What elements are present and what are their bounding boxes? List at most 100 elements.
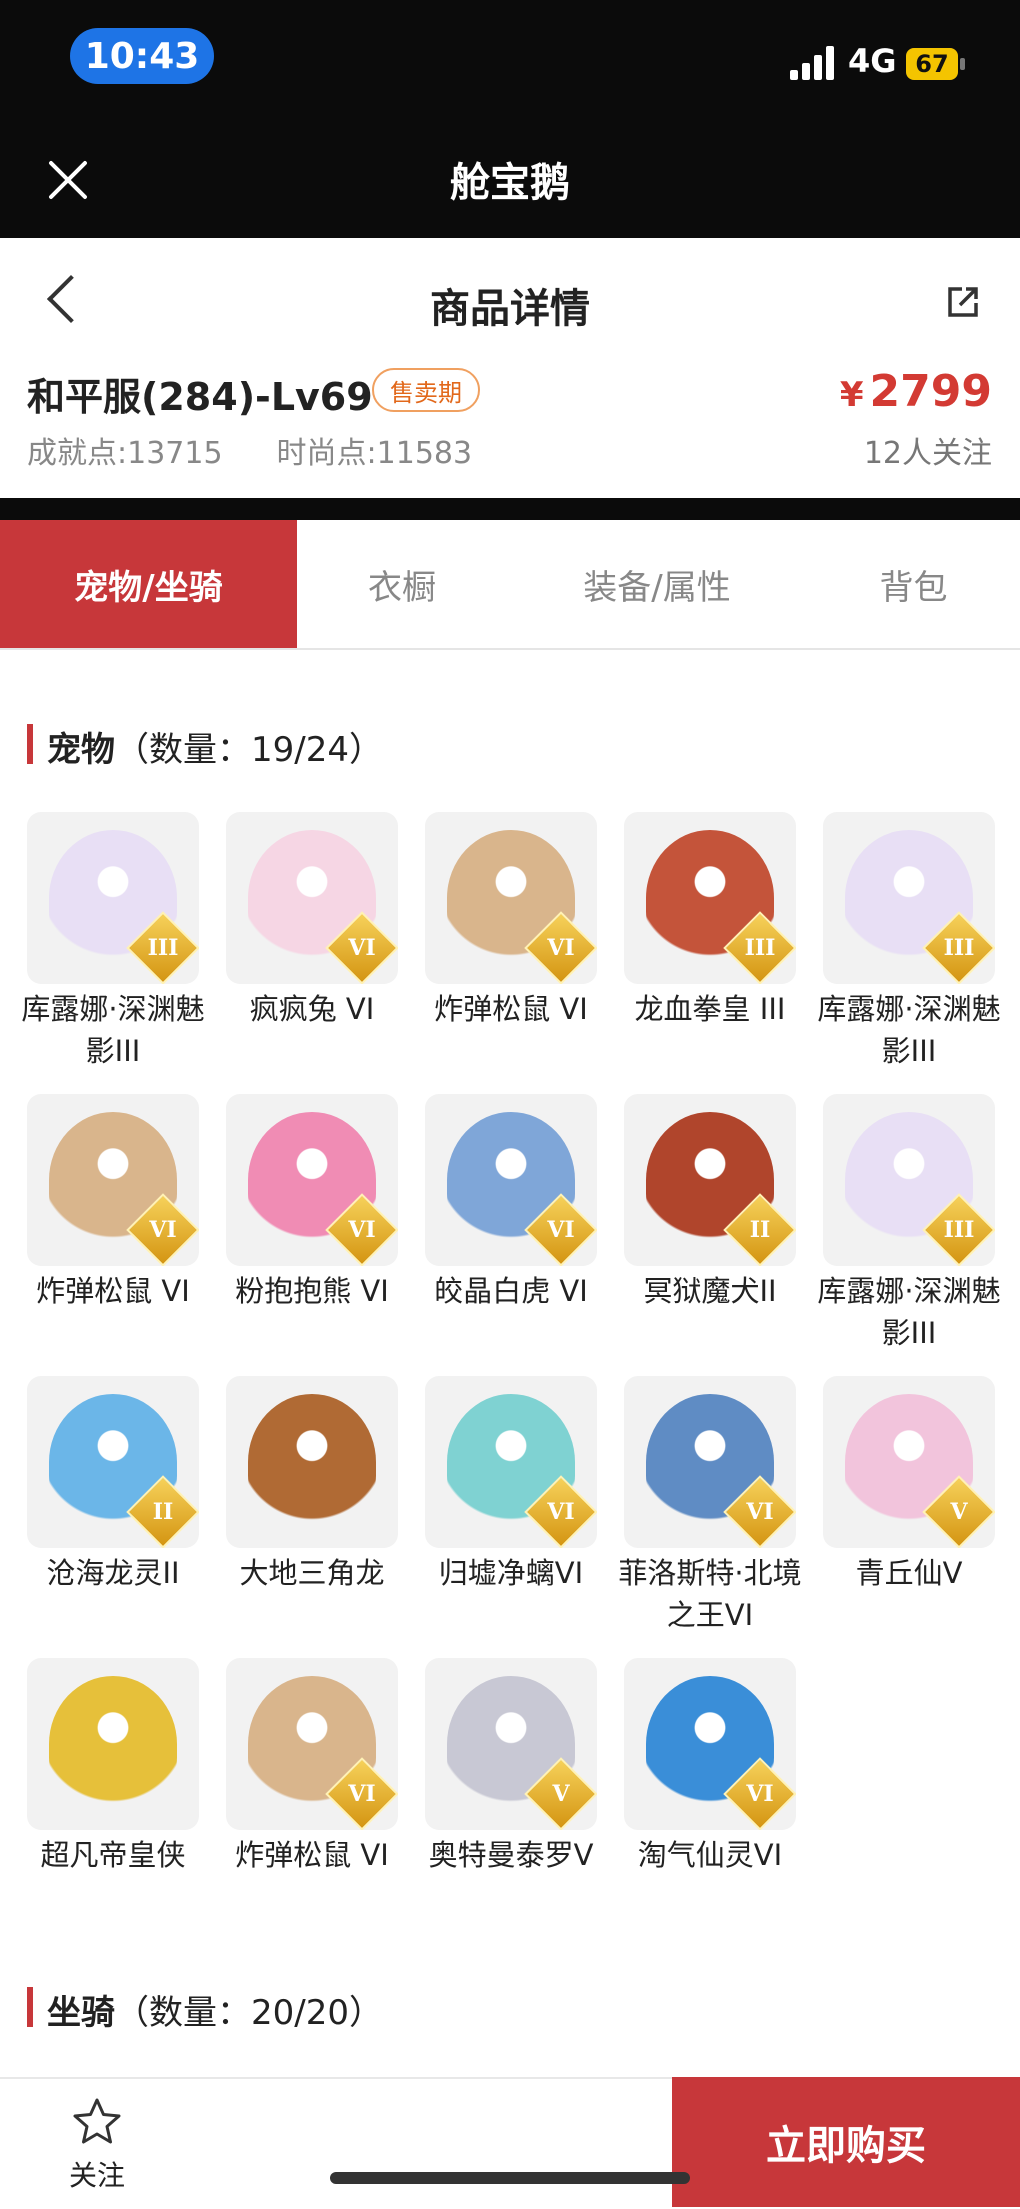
home-indicator xyxy=(330,2172,690,2184)
pet-name: 菲洛斯特·北境之王VI xyxy=(618,1556,802,1632)
pet-name: 淘气仙灵VI xyxy=(637,1838,783,1872)
pet-thumbnail: V xyxy=(823,1376,995,1548)
pet-name: 大地三角龙 xyxy=(239,1556,385,1590)
pet-name: 粉抱抱熊 VI xyxy=(235,1274,389,1308)
grade-label: III xyxy=(943,935,975,961)
currency-symbol: ¥ xyxy=(839,375,864,415)
grade-label: III xyxy=(744,935,776,961)
grade-label: VI xyxy=(149,1217,177,1243)
follower-count: 12人关注 xyxy=(863,436,992,471)
pet-item[interactable]: III 龙血拳皇 III xyxy=(624,812,796,1094)
grade-label: VI xyxy=(746,1781,774,1807)
pet-name: 皎晶白虎 VI xyxy=(434,1274,588,1308)
pet-thumbnail: VI xyxy=(425,812,597,984)
app-title: 舱宝鹅 xyxy=(450,160,570,206)
pet-name: 奥特曼泰罗V xyxy=(428,1838,594,1872)
battery-tip xyxy=(960,58,965,70)
product-name: 和平服(284)-Lv69 xyxy=(27,375,373,419)
pet-thumbnail: VI xyxy=(425,1376,597,1548)
fashion-value: 11583 xyxy=(376,436,473,471)
pet-item[interactable]: VI 炸弹松鼠 VI xyxy=(226,1658,398,1940)
pet-item[interactable]: V 奥特曼泰罗V xyxy=(425,1658,597,1940)
mounts-section-title: 坐骑（数量：20/20） xyxy=(27,1985,383,2034)
pet-thumbnail: II xyxy=(624,1094,796,1266)
pet-item[interactable]: VI 皎晶白虎 VI xyxy=(425,1094,597,1376)
pet-thumbnail xyxy=(226,1376,398,1548)
tab-bar: 宠物/坐骑 衣橱 装备/属性 背包 xyxy=(0,520,1020,650)
pet-thumbnail: II xyxy=(27,1376,199,1548)
page-title: 商品详情 xyxy=(430,286,590,332)
signal-icon xyxy=(790,46,834,80)
grade-label: VI xyxy=(547,1217,575,1243)
status-time: 10:43 xyxy=(70,28,214,84)
pet-item[interactable]: V 青丘仙V xyxy=(823,1376,995,1658)
network-type: 4G xyxy=(848,42,897,80)
tab-wardrobe[interactable]: 衣橱 xyxy=(297,520,507,648)
battery-icon: 67 xyxy=(906,48,958,80)
product-price: ¥2799 xyxy=(840,366,992,417)
follow-button[interactable]: 关注 xyxy=(50,2096,144,2194)
pet-name: 超凡帝皇侠 xyxy=(40,1838,186,1872)
pet-name: 库露娜·深渊魅影III xyxy=(817,1274,1001,1350)
grade-label: II xyxy=(152,1499,174,1525)
pet-item[interactable]: VI 炸弹松鼠 VI xyxy=(425,812,597,1094)
mounts-count: （数量：20/20） xyxy=(115,1993,383,2033)
pet-name: 疯疯兔 VI xyxy=(249,992,375,1026)
fashion-label: 时尚点: xyxy=(276,436,377,471)
product-stats: 成就点:13715 时尚点:11583 xyxy=(27,428,472,472)
grade-label: III xyxy=(943,1217,975,1243)
grade-label: V xyxy=(552,1781,570,1807)
pet-item[interactable]: II 沧海龙灵II xyxy=(27,1376,199,1658)
achievement-value: 13715 xyxy=(127,436,223,471)
pet-thumbnail: III xyxy=(27,812,199,984)
pet-item[interactable]: VI 归墟净螭VI xyxy=(425,1376,597,1658)
pet-grid: III 库露娜·深渊魅影III VI 疯疯兔 VI VI 炸弹松鼠 VI III 龙血拳皇 I… xyxy=(21,812,1007,1940)
pet-item[interactable]: II 冥狱魔犬II xyxy=(624,1094,796,1376)
grade-label: VI xyxy=(746,1499,774,1525)
grade-label: VI xyxy=(547,935,575,961)
pet-item[interactable]: VI 菲洛斯特·北境之王VI xyxy=(618,1376,802,1658)
pet-thumbnail: V xyxy=(425,1658,597,1830)
pet-name: 沧海龙灵II xyxy=(46,1556,180,1590)
pet-thumbnail: VI xyxy=(226,1094,398,1266)
pet-item[interactable]: VI 淘气仙灵VI xyxy=(624,1658,796,1940)
pet-name: 龙血拳皇 III xyxy=(634,992,786,1026)
pets-section-title: 宠物（数量：19/24） xyxy=(27,722,383,771)
grade-label: III xyxy=(147,935,179,961)
pet-portrait xyxy=(248,1394,376,1530)
pet-thumbnail: VI xyxy=(27,1094,199,1266)
pet-name: 冥狱魔犬II xyxy=(643,1274,777,1308)
pet-item[interactable]: III 库露娜·深渊魅影III xyxy=(817,1094,1001,1376)
buy-now-button[interactable]: 立即购买 xyxy=(672,2077,1020,2207)
pets-count: （数量：19/24） xyxy=(115,730,383,770)
grade-label: VI xyxy=(348,1217,376,1243)
pet-item[interactable]: VI 粉抱抱熊 VI xyxy=(226,1094,398,1376)
pet-item[interactable]: III 库露娜·深渊魅影III xyxy=(817,812,1001,1094)
pet-thumbnail xyxy=(27,1658,199,1830)
pet-item[interactable]: 超凡帝皇侠 xyxy=(27,1658,199,1940)
tab-backpack[interactable]: 背包 xyxy=(807,520,1020,648)
section-divider xyxy=(0,498,1020,520)
pet-item[interactable]: VI 疯疯兔 VI xyxy=(226,812,398,1094)
pet-item[interactable]: 大地三角龙 xyxy=(226,1376,398,1658)
pet-thumbnail: VI xyxy=(624,1658,796,1830)
pet-item[interactable]: III 库露娜·深渊魅影III xyxy=(21,812,205,1094)
pet-item[interactable]: VI 炸弹松鼠 VI xyxy=(27,1094,199,1376)
pet-name: 炸弹松鼠 VI xyxy=(434,992,588,1026)
grade-label: VI xyxy=(348,1781,376,1807)
tab-equipment[interactable]: 装备/属性 xyxy=(507,520,807,648)
grade-label: VI xyxy=(547,1499,575,1525)
pet-thumbnail: III xyxy=(823,1094,995,1266)
pet-name: 炸弹松鼠 VI xyxy=(36,1274,190,1308)
grade-label: V xyxy=(950,1499,968,1525)
status-badge: 售卖期 xyxy=(372,368,480,412)
follow-label: 关注 xyxy=(68,2159,125,2192)
grade-label: VI xyxy=(348,935,376,961)
share-icon[interactable] xyxy=(946,285,980,319)
pets-title: 宠物 xyxy=(47,730,115,770)
pet-portrait xyxy=(49,1676,177,1812)
tab-pets-mounts[interactable]: 宠物/坐骑 xyxy=(0,520,297,648)
pet-thumbnail: III xyxy=(823,812,995,984)
pet-name: 库露娜·深渊魅影III xyxy=(817,992,1001,1068)
price-value: 2799 xyxy=(869,366,992,417)
